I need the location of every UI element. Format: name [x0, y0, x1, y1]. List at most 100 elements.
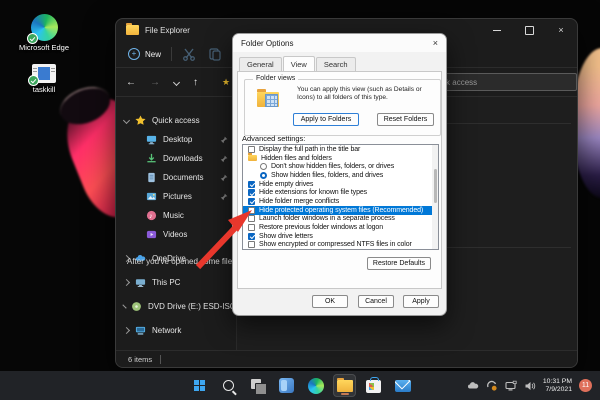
checkbox[interactable]: [248, 189, 255, 197]
advanced-row[interactable]: Show encrypted or compressed NTFS files …: [243, 241, 438, 249]
onedrive-tray-icon[interactable]: [467, 380, 479, 392]
copy-icon[interactable]: [208, 47, 222, 61]
checkbox[interactable]: [248, 145, 255, 153]
taskbar-clock[interactable]: 10:31 PM 7/9/2021: [543, 378, 572, 394]
advanced-label: Show hidden files, folders, and drives: [271, 171, 384, 179]
advanced-label: Hide folder merge conflicts: [259, 197, 340, 205]
taskbar-file-explorer-button[interactable]: [333, 374, 356, 397]
folder-views-group: Folder views You can apply this view (su…: [244, 75, 441, 136]
this-pc-icon: [135, 279, 146, 287]
advanced-row[interactable]: Hide extensions for known file types: [243, 188, 438, 197]
widgets-button[interactable]: [275, 374, 298, 397]
pin-icon: [220, 174, 228, 181]
music-icon: ♪: [146, 210, 157, 221]
desktop: Microsoft Edge taskkill File Explorer × …: [0, 0, 600, 400]
advanced-row[interactable]: Display the full path in the title bar: [243, 145, 438, 154]
windows-logo-icon: [193, 379, 206, 392]
radio-button[interactable]: [260, 171, 267, 179]
plus-circle-icon: +: [128, 48, 140, 60]
apply-to-folders-button[interactable]: Apply to Folders: [293, 113, 359, 126]
pin-icon: [220, 155, 228, 162]
taskbar-search-button[interactable]: [217, 374, 240, 397]
desktop-icon: [146, 135, 157, 145]
expand-chevron-icon[interactable]: [122, 304, 127, 309]
reset-folders-button[interactable]: Reset Folders: [377, 113, 434, 126]
new-button[interactable]: + New: [128, 48, 161, 60]
advanced-settings-label: Advanced settings:: [242, 134, 306, 143]
advanced-row[interactable]: Hide folder merge conflicts: [243, 197, 438, 206]
taskbar-mail-button[interactable]: [391, 374, 414, 397]
advanced-settings-list[interactable]: Display the full path in the title bar H…: [242, 144, 439, 250]
sidebar-item-network[interactable]: Network: [116, 321, 236, 340]
advanced-row[interactable]: Show drive letters: [243, 232, 438, 241]
taskbar-edge-button[interactable]: [304, 374, 327, 397]
advanced-label: Launch folder windows in a separate proc…: [259, 215, 395, 223]
forward-button[interactable]: →: [150, 77, 160, 88]
network-tray-icon[interactable]: [505, 380, 517, 392]
notification-count-badge[interactable]: 11: [579, 379, 592, 392]
folder-views-description: You can apply this view (such as Details…: [297, 86, 422, 101]
star-icon: [135, 115, 146, 125]
dialog-title-bar[interactable]: Folder Options ×: [233, 34, 446, 52]
sidebar-item-quick-access[interactable]: Quick access: [116, 111, 236, 130]
ok-button[interactable]: OK: [312, 295, 348, 308]
annotation-arrow: [195, 210, 252, 270]
advanced-row[interactable]: Show hidden files, folders, and drives: [243, 171, 438, 180]
tab-view[interactable]: View: [282, 56, 315, 72]
file-explorer-icon: [336, 377, 353, 392]
expand-chevron-icon[interactable]: [122, 116, 131, 125]
advanced-row[interactable]: Hide empty drives: [243, 180, 438, 189]
advanced-row[interactable]: Hidden files and folders: [243, 153, 438, 163]
pictures-icon: [146, 192, 157, 201]
apply-button[interactable]: Apply: [403, 295, 439, 308]
advanced-row[interactable]: Restore previous folder windows at logon: [243, 223, 438, 232]
sidebar-item-label: Documents: [163, 173, 204, 182]
desktop-icon-edge[interactable]: Microsoft Edge: [13, 14, 75, 53]
scrollbar-thumb[interactable]: [434, 169, 437, 203]
expand-chevron-icon[interactable]: [122, 326, 131, 335]
radio-button[interactable]: [260, 163, 267, 171]
close-button[interactable]: ×: [545, 19, 577, 41]
mail-icon: [394, 379, 411, 392]
microsoft-store-icon: [366, 377, 381, 393]
advanced-row[interactable]: Don't show hidden files, folders, or dri…: [243, 162, 438, 171]
sidebar-item-label: DVD Drive (E:) ESD-ISO: [148, 302, 236, 311]
expand-chevron-icon[interactable]: [122, 278, 131, 287]
restore-defaults-button[interactable]: Restore Defaults: [367, 257, 431, 270]
cut-icon[interactable]: [182, 47, 196, 61]
sidebar-item-downloads[interactable]: Downloads: [116, 149, 236, 168]
dialog-close-icon[interactable]: ×: [433, 38, 438, 48]
sync-alert-tray-icon[interactable]: [486, 380, 498, 392]
advanced-row-hide-protected[interactable]: Hide protected operating system files (R…: [243, 205, 438, 215]
sidebar-item-label: Network: [152, 326, 182, 335]
maximize-button[interactable]: [513, 19, 545, 41]
start-button[interactable]: [188, 374, 211, 397]
cancel-button[interactable]: Cancel: [358, 295, 394, 308]
minimize-button[interactable]: [481, 19, 513, 41]
sidebar-item-documents[interactable]: Documents: [116, 168, 236, 187]
sidebar-item-label: This PC: [152, 278, 181, 287]
sidebar-item-label: Desktop: [163, 135, 193, 144]
back-button[interactable]: ←: [126, 77, 136, 88]
dvd-drive-icon: [132, 302, 141, 311]
quick-access-breadcrumb-icon[interactable]: ★: [222, 77, 230, 88]
widgets-icon: [279, 378, 294, 393]
advanced-label: Hidden files and folders: [261, 154, 332, 162]
clock-date: 7/9/2021: [545, 385, 572, 393]
sidebar-item-dvd-drive[interactable]: DVD Drive (E:) ESD-ISO: [116, 297, 236, 316]
folder-views-icon: [257, 89, 279, 107]
window-title: File Explorer: [145, 25, 190, 35]
checkbox[interactable]: [248, 180, 255, 188]
task-view-button[interactable]: [246, 374, 269, 397]
sidebar-item-label: Videos: [163, 230, 188, 239]
up-button[interactable]: ↑: [193, 77, 198, 88]
volume-tray-icon[interactable]: [524, 380, 536, 392]
history-chevron-icon[interactable]: [172, 78, 181, 86]
edge-icon: [307, 377, 324, 394]
sidebar-item-label: Quick access: [152, 116, 200, 125]
advanced-row[interactable]: Launch folder windows in a separate proc…: [243, 215, 438, 224]
list-scrollbar[interactable]: [432, 145, 438, 249]
sidebar-item-desktop[interactable]: Desktop: [116, 130, 236, 149]
taskbar-store-button[interactable]: [362, 374, 385, 397]
desktop-icon-taskkill[interactable]: taskkill: [13, 64, 75, 95]
